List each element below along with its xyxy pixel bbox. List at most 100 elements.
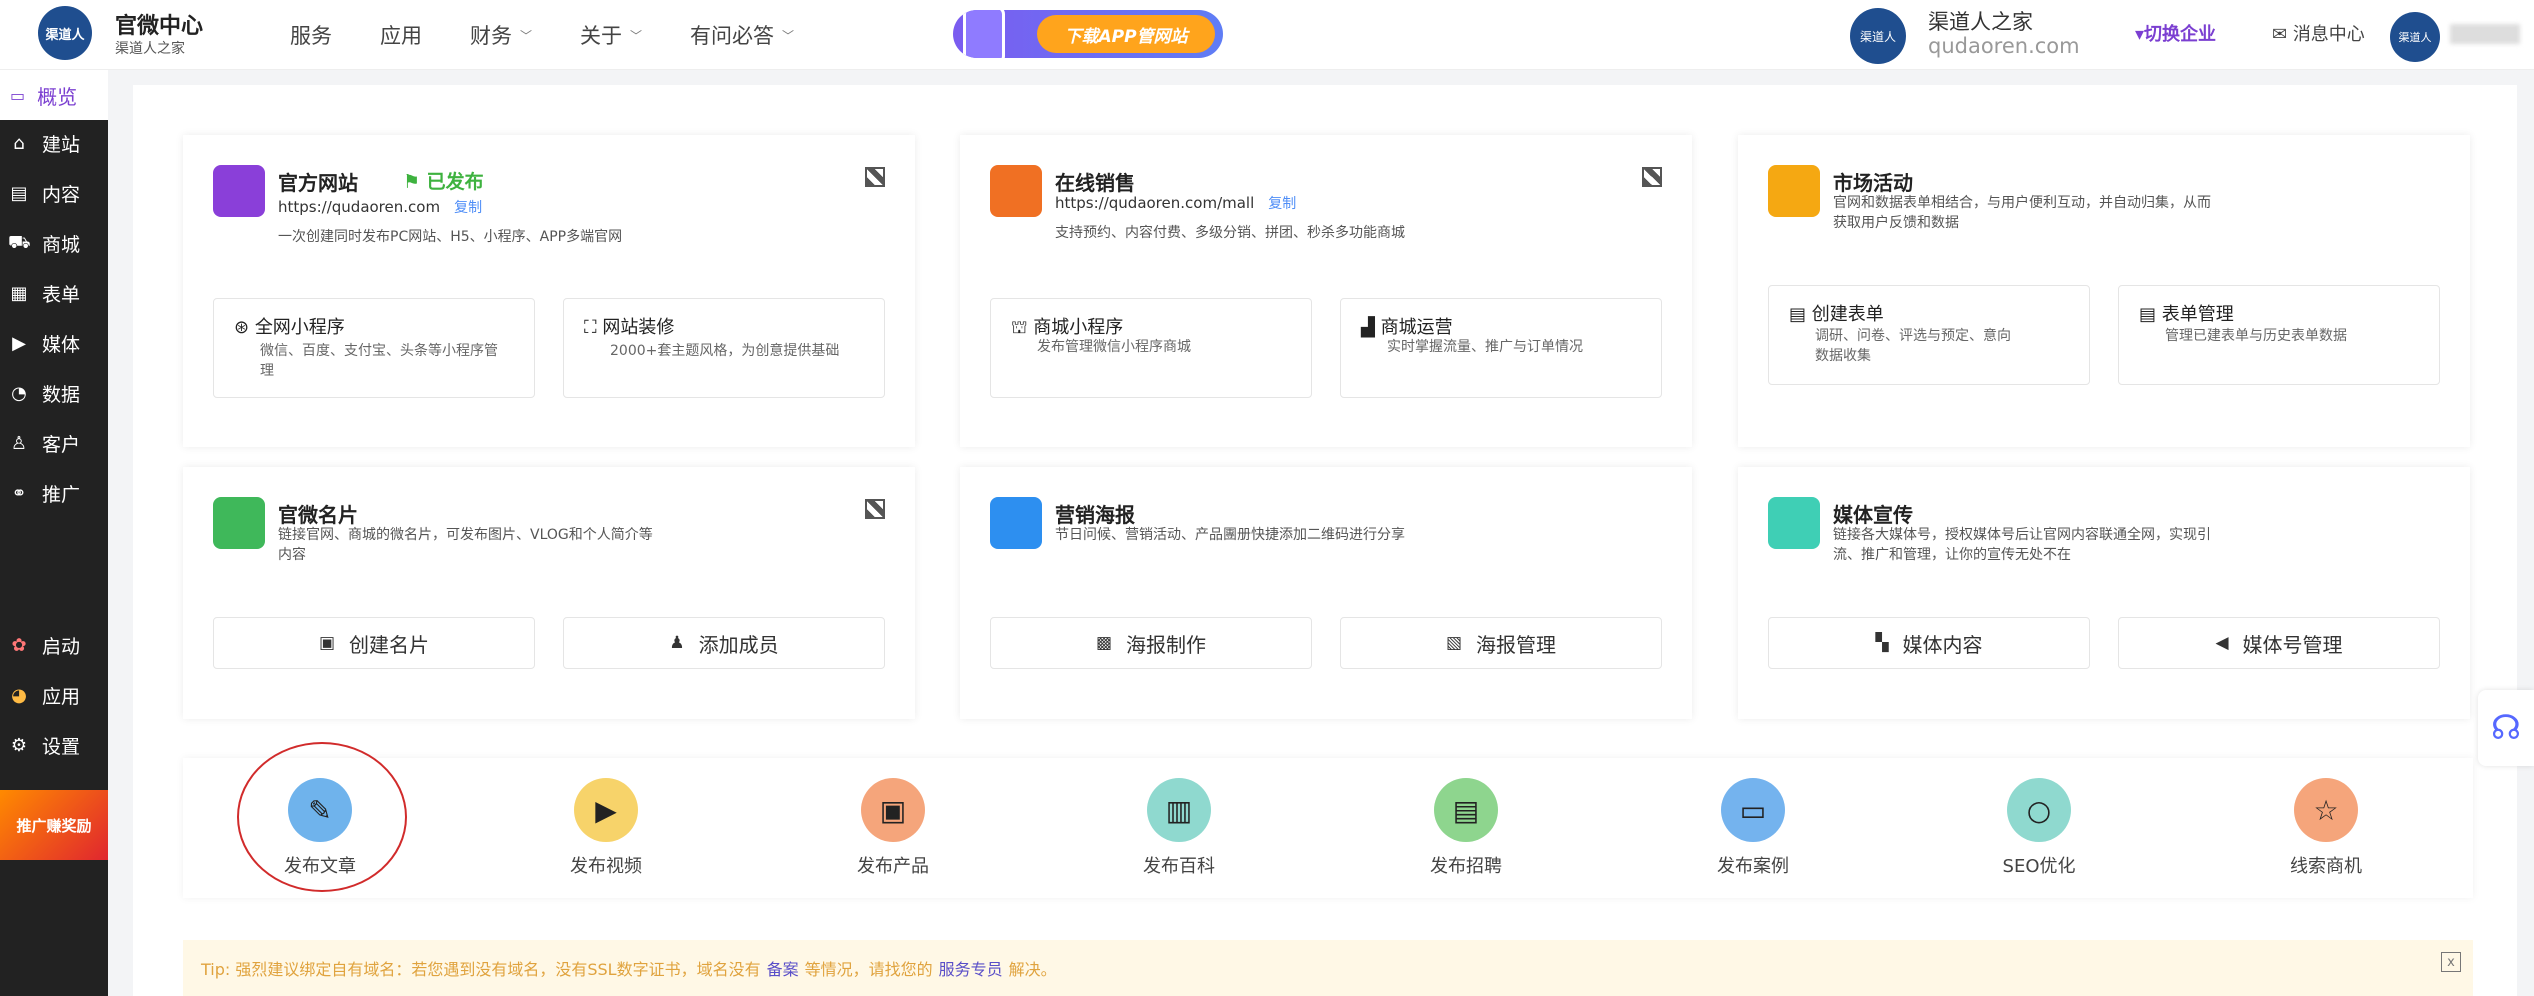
card-desc: 支持预约、内容付费、多级分销、拼团、秒杀多功能商城 [1055, 225, 1405, 241]
mini-program-icon: ⊛ [234, 317, 255, 338]
sidebar-item-launch[interactable]: ✿ 启动 [8, 632, 80, 659]
card-marketing-poster: 营销海报 节日问候、营销活动、产品團册快捷添加二维码进行分享 ▩ 海报制作 ▧ 海报… [960, 467, 1692, 719]
sub-mall-operation[interactable]: ▟ 商城运营 实时掌握流量、推广与订单情况 [1340, 298, 1662, 398]
quick-actions-bar: ✎ 发布文章 ▶ 发布视频 ▣ 发布产品 ▥ 发布百科 ▤ 发布招聘 ▭ 发布案例 ○ SEO… [183, 758, 2473, 898]
make-poster-button[interactable]: ▩ 海报制作 [990, 617, 1312, 669]
message-center-button[interactable]: ✉ 消息中心 [2272, 20, 2365, 46]
inbox-icon: ▭ [1721, 778, 1785, 842]
book-icon: ▥ [1147, 778, 1211, 842]
card-title: 市场活动 [1833, 171, 1913, 195]
overview-icon: ▭ [10, 85, 26, 105]
shop-icon [990, 165, 1042, 217]
chart-board-icon [1768, 165, 1820, 217]
poster-manage-icon: ▧ [1445, 633, 1463, 653]
card-official-website: 官方网站 ⚑ 已发布 https://qudaoren.com 复制 一次创建同时… [183, 135, 915, 447]
card-title: 官微名片 [278, 503, 358, 527]
sidebar-item-build[interactable]: ⌂ 建站 [8, 130, 80, 157]
published-status: ⚑ 已发布 [403, 171, 484, 193]
tip-filing-link[interactable]: 备案 [767, 956, 799, 980]
sub-create-form[interactable]: ▤ 创建表单 调研、问卷、评选与预定、意向数据收集 [1768, 285, 2090, 385]
tip-service-link[interactable]: 服务专员 [939, 956, 1003, 980]
sidebar-item-promote[interactable]: ⚭ 推广 [8, 480, 80, 507]
highlight-circle [237, 742, 407, 892]
download-app-banner[interactable]: 下载APP管网站 [953, 10, 1223, 58]
card-desc: 节日问候、营销活动、产品團册快捷添加二维码进行分享 [1055, 527, 1405, 543]
sidebar-item-apps[interactable]: ◕ 应用 [8, 682, 80, 709]
sub-form-management[interactable]: ▤ 表单管理 管理已建表单与历史表单数据 [2118, 285, 2440, 385]
switch-company-button[interactable]: ▾切换企业 [2135, 20, 2216, 46]
document-icon: ▤ [1434, 778, 1498, 842]
qrcode-icon[interactable] [865, 167, 885, 187]
card-title: 营销海报 [1055, 503, 1135, 527]
quick-publish-product[interactable]: ▣ 发布产品 [813, 778, 973, 878]
card-title: 在线销售 [1055, 171, 1135, 195]
card-market-activity: 市场活动 官网和数据表单相结合，与用户便利互动，并自动归集，从而获取用户反馈和数… [1738, 135, 2470, 447]
nav-faq[interactable]: 有问必答 ﹀ [690, 20, 794, 50]
poster-edit-icon: ▩ [1095, 633, 1113, 653]
quick-publish-job[interactable]: ▤ 发布招聘 [1386, 778, 1546, 878]
sidebar-item-forms[interactable]: ▦ 表单 [8, 280, 80, 307]
sidebar-item-media[interactable]: ▶ 媒体 [8, 330, 80, 357]
tip-banner: Tip: 强烈建议绑定自有域名：若您遇到没有域名，没有SSL数字证书，域名没有 … [183, 940, 2473, 996]
quick-publish-wiki[interactable]: ▥ 发布百科 [1099, 778, 1259, 878]
media-content-button[interactable]: ▚ 媒体内容 [1768, 617, 2090, 669]
sidebar-item-overview[interactable]: ▭ 概览 [0, 70, 108, 120]
tip-text: Tip: 强烈建议绑定自有域名：若您遇到没有域名，没有SSL数字证书，域名没有 [201, 960, 761, 979]
apps-icon: ◕ [11, 685, 27, 706]
top-bar: 渠道人 官微中心 渠道人之家 服务 应用 财务 ﹀ 关于 ﹀ 有问必答 ﹀ 下载APP… [0, 0, 2534, 70]
card-icon: ▣ [318, 633, 336, 653]
home-icon: ⌂ [13, 133, 25, 154]
main-nav: 服务 应用 财务 ﹀ 关于 ﹀ 有问必答 ﹀ [290, 0, 842, 70]
card-title: 媒体宣传 [1833, 503, 1913, 527]
sub-mini-program[interactable]: ⊛ 全网小程序 微信、百度、支付宝、头条等小程序管理 [213, 298, 535, 398]
sidebar-item-customers[interactable]: ♙ 客户 [8, 430, 80, 457]
quick-seo[interactable]: ○ SEO优化 [1959, 778, 2119, 878]
qrcode-icon[interactable] [865, 499, 885, 519]
quick-publish-case[interactable]: ▭ 发布案例 [1673, 778, 1833, 878]
sidebar-item-settings[interactable]: ⚙ 设置 [8, 732, 80, 759]
copy-link[interactable]: 复制 [1268, 196, 1296, 212]
nav-services[interactable]: 服务 [290, 20, 332, 50]
customer-service-icon[interactable]: ☊ [2478, 690, 2534, 766]
website-icon [213, 165, 265, 217]
form-manage-icon: ▤ [2139, 304, 2162, 325]
promo-reward-badge[interactable]: 推广赚奖励 [0, 790, 108, 860]
grid-icon: ▚ [1875, 633, 1889, 653]
card-title: 官方网站 [278, 171, 358, 195]
close-icon[interactable]: x [2441, 952, 2461, 972]
manage-poster-button[interactable]: ▧ 海报管理 [1340, 617, 1662, 669]
username-blurred[interactable] [2450, 24, 2520, 44]
clock-icon: ◔ [11, 383, 27, 404]
flag-icon: ⚑ [403, 171, 427, 193]
box-icon: ▣ [861, 778, 925, 842]
card-media-promotion: 媒体宣传 链接各大媒体号，授权媒体号后让官网内容联通全网，实现引流、推广和管理，… [1738, 467, 2470, 719]
nav-finance[interactable]: 财务 ﹀ [470, 20, 532, 50]
sidebar-item-mall[interactable]: ⛟ 商城 [8, 230, 80, 257]
sub-mall-mini-program[interactable]: ⛫ 商城小程序 发布管理微信小程序商城 [990, 298, 1312, 398]
nav-apps[interactable]: 应用 [380, 20, 422, 50]
quick-publish-video[interactable]: ▶ 发布视频 [526, 778, 686, 878]
video-icon: ▶ [12, 333, 26, 354]
sidebar-item-content[interactable]: ▤ 内容 [8, 180, 80, 207]
website-url[interactable]: https://qudaoren.com 复制 [278, 197, 482, 217]
form-add-icon: ▤ [1789, 304, 1812, 325]
brand-logo[interactable]: 渠道人 [38, 6, 92, 60]
phone-icon [963, 10, 1005, 58]
nav-about[interactable]: 关于 ﹀ [580, 20, 642, 50]
quick-leads[interactable]: ☆ 线索商机 [2246, 778, 2406, 878]
media-account-button[interactable]: ◀ 媒体号管理 [2118, 617, 2440, 669]
form-icon: ▦ [10, 283, 28, 304]
sub-site-decoration[interactable]: ⛶ 网站装修 2000+套主题风格，为创意提供基础 [563, 298, 885, 398]
play-icon: ▶ [574, 778, 638, 842]
tip-text-middle: 等情况，请找您的 [804, 960, 933, 979]
mall-url[interactable]: https://qudaoren.com/mall 复制 [1055, 193, 1296, 213]
sidebar-item-data[interactable]: ◔ 数据 [8, 380, 80, 407]
add-member-button[interactable]: ♟ 添加成员 [563, 617, 885, 669]
launch-icon: ✿ [11, 635, 27, 656]
card-namecard: 官微名片 链接官网、商城的微名片，可发布图片、VLOG和个人简介等内容 ▣ 创建名… [183, 467, 915, 719]
avatar[interactable]: 渠道人 [2390, 12, 2440, 62]
qrcode-icon[interactable] [1642, 167, 1662, 187]
create-namecard-button[interactable]: ▣ 创建名片 [213, 617, 535, 669]
copy-link[interactable]: 复制 [454, 200, 482, 216]
user-add-icon: ♟ [669, 633, 685, 653]
